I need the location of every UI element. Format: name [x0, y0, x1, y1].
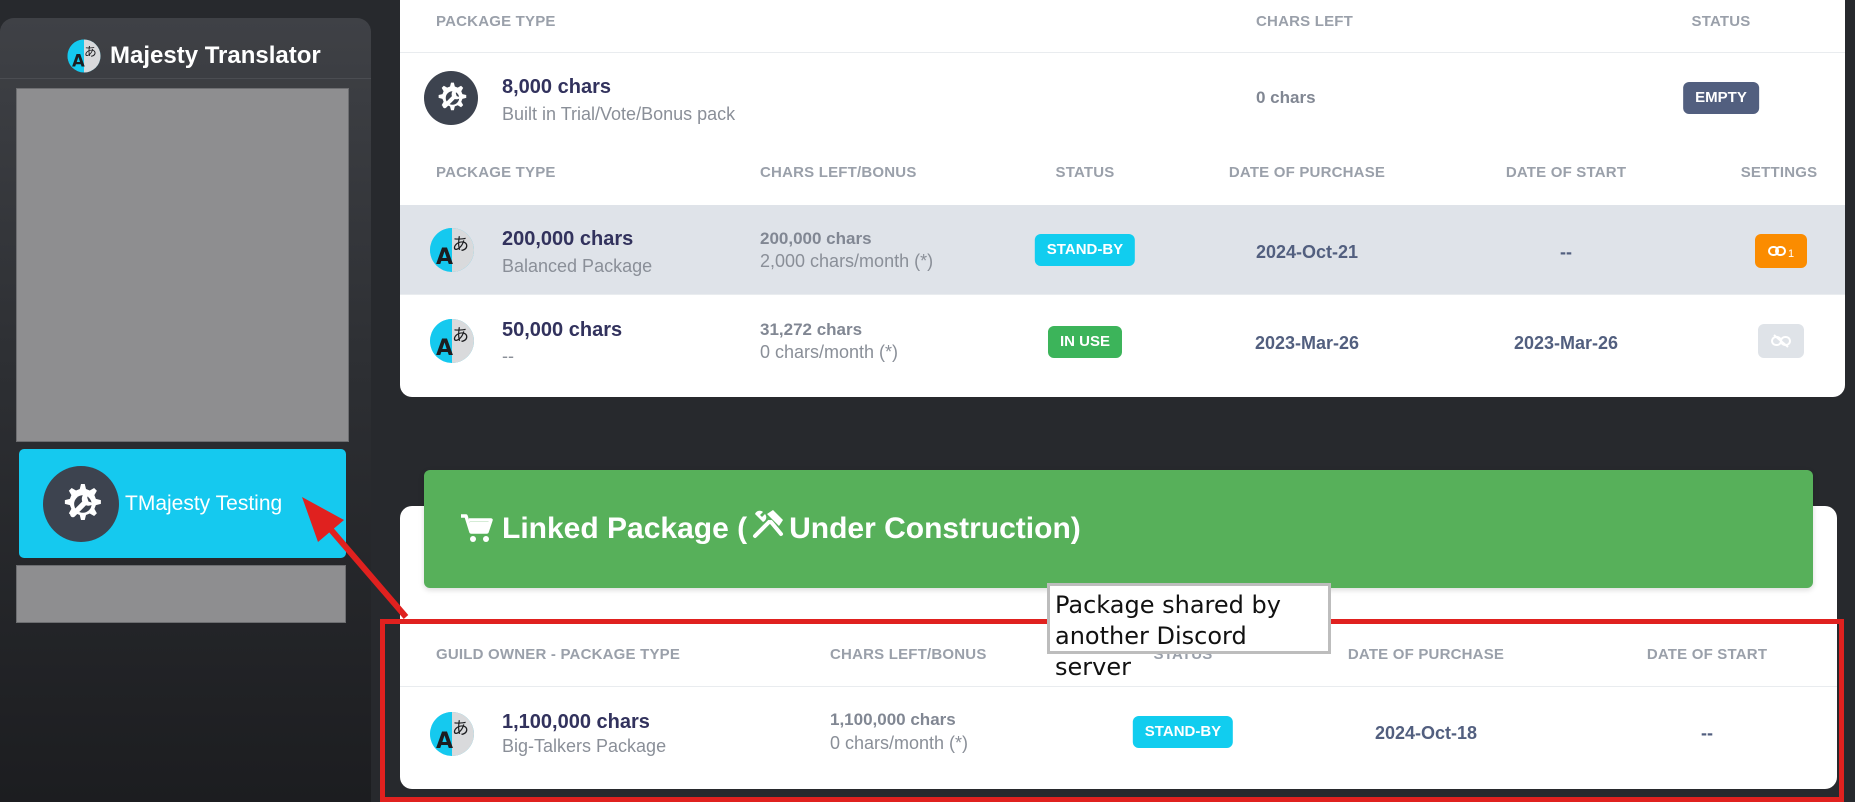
cart-icon	[461, 514, 493, 542]
bottom-strip	[0, 802, 1855, 807]
header-package-type: PACKAGE TYPE	[436, 13, 556, 30]
gear-wrench-icon	[51, 474, 111, 534]
chars-left-value: 200,000 chars	[760, 229, 872, 248]
chars-left-value: 0 chars	[1256, 88, 1316, 107]
gear-wrench-icon	[428, 75, 474, 121]
banner-title-part-b: Under Construction)	[789, 512, 1081, 545]
bonus-value: 0 chars/month (*)	[760, 342, 899, 362]
translator-logo-icon	[428, 226, 476, 274]
banner-title-part-a: Linked Package (	[502, 512, 748, 545]
status-badge: IN USE	[1047, 326, 1123, 358]
unlink-icon	[1771, 334, 1791, 348]
tools-icon	[753, 510, 784, 538]
server-item-active[interactable]: TMajesty Testing	[19, 449, 346, 558]
purchase-date: 2024-Oct-21	[1255, 242, 1359, 262]
brand: Majesty Translator	[66, 36, 321, 76]
link-package-button[interactable]: 1	[1755, 234, 1807, 268]
package-subtitle: --	[502, 346, 514, 366]
header-package-type: PACKAGE TYPE	[436, 164, 556, 181]
server-avatar	[43, 465, 119, 542]
package-title: 50,000 chars	[502, 319, 623, 341]
header-status: STATUS	[1055, 164, 1115, 181]
package-title: 200,000 chars	[502, 228, 634, 250]
sidebar-divider	[0, 78, 371, 79]
sidebar: Majesty Translator TMajesty Testing	[0, 18, 371, 802]
translator-logo-icon	[66, 38, 102, 74]
unlink-package-button[interactable]	[1758, 324, 1804, 358]
start-date: --	[1560, 242, 1572, 262]
chars-left-value: 31,272 chars	[760, 320, 863, 339]
header-chars-left-bonus: CHARS LEFT/BONUS	[760, 164, 917, 181]
annotation-callout: Package shared by another Discord server	[1047, 583, 1331, 681]
header-chars-left: CHARS LEFT	[1256, 13, 1353, 30]
status-badge: EMPTY	[1683, 82, 1759, 114]
package-subtitle: Balanced Package	[502, 256, 653, 276]
header-status: STATUS	[1691, 13, 1751, 30]
server-item-label: TMajesty Testing	[125, 491, 283, 515]
package-avatar	[424, 71, 478, 125]
row-divider	[400, 294, 1845, 295]
banner-title: Linked Package ( Under Construction)	[502, 510, 1081, 546]
header-settings: SETTINGS	[1740, 164, 1818, 181]
link-count: 1	[1787, 248, 1795, 260]
server-list-redacted	[16, 88, 349, 442]
server-item-redacted	[16, 565, 346, 623]
package-subtitle: Built in Trial/Vote/Bonus pack	[502, 104, 736, 124]
link-icon	[1767, 246, 1786, 256]
header-date-of-start: DATE OF START	[1505, 164, 1627, 181]
linked-package-banner: Linked Package ( Under Construction)	[424, 470, 1813, 588]
package-title: 8,000 chars	[502, 76, 611, 98]
row-divider	[400, 52, 1845, 53]
app-root: Majesty Translator TMajesty Testing PACK…	[0, 0, 1855, 807]
purchase-date: 2023-Mar-26	[1254, 333, 1360, 353]
translator-logo-icon	[428, 317, 476, 365]
packages-card: PACKAGE TYPE CHARS LEFT STATUS 8,000 cha…	[400, 0, 1845, 397]
status-badge: STAND-BY	[1034, 234, 1136, 266]
header-date-of-purchase: DATE OF PURCHASE	[1228, 164, 1386, 181]
bonus-value: 2,000 chars/month (*)	[760, 251, 934, 271]
start-date: 2023-Mar-26	[1513, 333, 1619, 353]
brand-name: Majesty Translator	[110, 42, 321, 69]
